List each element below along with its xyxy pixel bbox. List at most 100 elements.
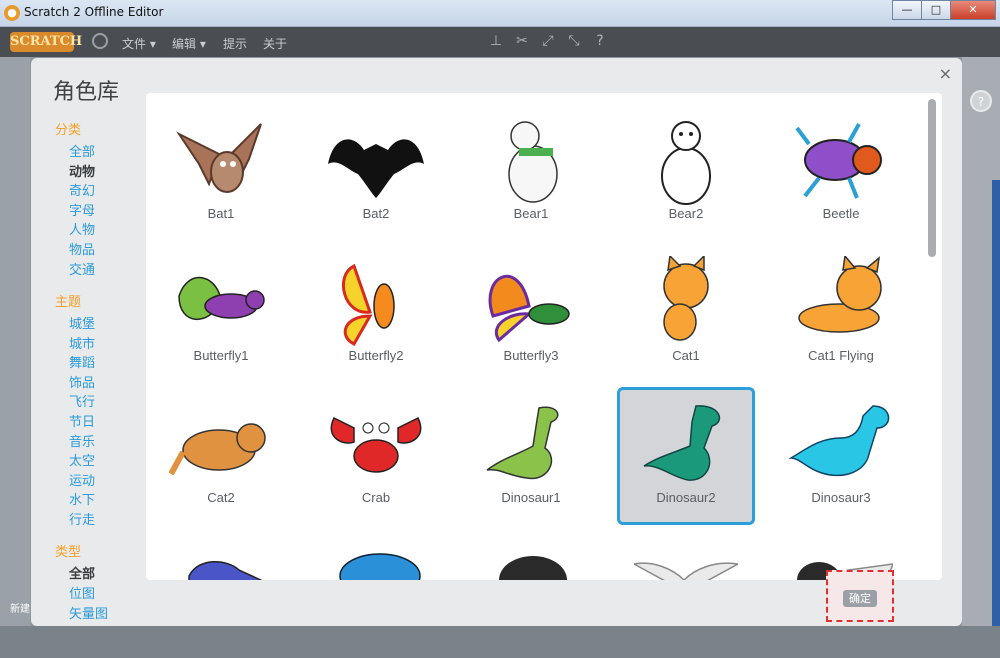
theme-city[interactable]: 城市 — [69, 333, 95, 352]
menu-tips[interactable]: 提示 — [223, 35, 247, 52]
sprite-name: Dinosaur2 — [656, 490, 716, 505]
type-all[interactable]: 全部 — [69, 563, 95, 582]
filter-things[interactable]: 物品 — [69, 239, 95, 258]
theme-dance[interactable]: 舞蹈 — [69, 352, 95, 371]
menu-about[interactable]: 关于 — [263, 35, 287, 52]
ok-button[interactable]: 确定 — [826, 570, 894, 622]
scratch-cat-icon: ● — [4, 5, 20, 21]
bear2-icon — [661, 121, 711, 205]
sprite-tile-bear2[interactable]: Bear2 — [617, 103, 755, 241]
type-header: 类型 — [55, 545, 82, 560]
close-icon[interactable]: × — [939, 64, 952, 83]
sprite-name: Cat1 — [672, 348, 700, 363]
sprite-tile-cat1-flying[interactable]: Cat1 Flying — [772, 245, 910, 383]
window-titlebar: ● Scratch 2 Offline Editor — □ ✕ — [0, 0, 1000, 27]
dialog-title: 角色库 — [53, 80, 120, 105]
filter-letters[interactable]: 字母 — [69, 200, 95, 219]
sprite-name: Butterfly3 — [503, 348, 559, 363]
theme-underwater[interactable]: 水下 — [69, 489, 95, 508]
sprite-partial-icon — [188, 561, 263, 580]
sprite-name: Beetle — [822, 206, 860, 221]
type-bitmap[interactable]: 位图 — [69, 583, 95, 602]
filter-all[interactable]: 全部 — [69, 141, 95, 160]
sprite-tile-beetle[interactable]: Beetle — [772, 103, 910, 241]
menubar: SCRATCH 文件 ▾ 编辑 ▾ 提示 关于 ⊥ ✂ ⤢ ⤡ ? — [0, 27, 1000, 57]
sprite-tile-bat1[interactable]: Bat1 — [152, 103, 290, 241]
filter-transport[interactable]: 交通 — [69, 259, 95, 278]
category-header: 分类 — [55, 123, 82, 138]
window-title: Scratch 2 Offline Editor — [24, 5, 164, 19]
butterfly1-icon — [178, 276, 265, 320]
duplicate-stamp-icon[interactable]: ⊥ — [488, 33, 504, 49]
type-vector[interactable]: 矢量图 — [69, 603, 108, 622]
theme-sports[interactable]: 运动 — [69, 470, 95, 489]
sprite-name: Bear2 — [668, 206, 704, 221]
sprite-tile-butterfly3[interactable]: Butterfly3 — [462, 245, 600, 383]
sprite-partial-icon — [499, 556, 567, 580]
sprite-tile-partial[interactable] — [462, 529, 600, 580]
theme-music[interactable]: 音乐 — [69, 431, 95, 450]
sprite-tile-partial[interactable] — [617, 529, 755, 580]
sprite-tile-bat2[interactable]: Bat2 — [307, 103, 445, 241]
cat1-flying-icon — [798, 256, 882, 333]
sprite-partial-icon — [339, 553, 421, 580]
sprite-tile-dinosaur3[interactable]: Dinosaur3 — [772, 387, 910, 525]
close-window-button[interactable]: ✕ — [950, 0, 996, 20]
sprite-tile-partial[interactable] — [307, 529, 445, 580]
theme-flying[interactable]: 飞行 — [69, 391, 95, 410]
shrink-icon[interactable]: ⤡ — [566, 33, 582, 49]
filter-people[interactable]: 人物 — [69, 219, 95, 238]
crab-icon — [330, 416, 422, 473]
cat1-icon — [663, 256, 709, 341]
scratch-logo[interactable]: SCRATCH — [10, 32, 82, 52]
globe-icon[interactable] — [92, 33, 108, 49]
new-sprite-label: 新建 — [10, 604, 30, 615]
stage-area — [0, 57, 30, 658]
butterfly2-icon — [342, 263, 395, 346]
menu-file[interactable]: 文件 ▾ — [122, 35, 156, 52]
bat1-icon — [176, 123, 262, 193]
maximize-button[interactable]: □ — [921, 0, 951, 20]
sprite-tile-cat2[interactable]: Cat2 — [152, 387, 290, 525]
minimize-button[interactable]: — — [892, 0, 922, 20]
sprite-name: Butterfly2 — [348, 348, 404, 363]
sprite-name: Butterfly1 — [193, 348, 249, 363]
cut-icon[interactable]: ✂ — [514, 33, 530, 49]
theme-castle[interactable]: 城堡 — [69, 313, 95, 332]
menu-edit[interactable]: 编辑 ▾ — [172, 35, 206, 52]
theme-space[interactable]: 太空 — [69, 450, 95, 469]
sprite-tile-crab[interactable]: Crab — [307, 387, 445, 525]
sprite-name: Bat1 — [207, 206, 235, 221]
theme-holiday[interactable]: 节日 — [69, 411, 95, 430]
sprite-name: Crab — [361, 490, 391, 505]
help-icon[interactable]: ? — [592, 33, 608, 49]
sprite-name: Cat1 Flying — [808, 348, 874, 363]
bear1-icon — [508, 121, 558, 203]
theme-dress-up[interactable]: 饰品 — [69, 372, 95, 391]
grid-scrollbar[interactable] — [928, 99, 936, 257]
theme-walking[interactable]: 行走 — [69, 509, 95, 528]
sprite-partial-icon — [634, 562, 738, 580]
filter-fantasy[interactable]: 奇幻 — [69, 180, 95, 199]
sprite-tile-butterfly2[interactable]: Butterfly2 — [307, 245, 445, 383]
filter-animals[interactable]: 动物 — [69, 161, 95, 180]
sprite-tile-bear1[interactable]: Bear1 — [462, 103, 600, 241]
dinosaur1-icon — [486, 406, 559, 480]
sprite-name: Bat2 — [362, 206, 390, 221]
sprite-name: Dinosaur3 — [811, 490, 871, 505]
bottom-panel — [0, 626, 1000, 658]
grow-icon[interactable]: ⤢ — [540, 33, 556, 49]
beetle-icon — [795, 123, 882, 199]
theme-header: 主题 — [55, 295, 82, 310]
bat2-icon — [328, 139, 424, 198]
scrollbar-edge — [992, 180, 1000, 658]
sprite-tile-cat1[interactable]: Cat1 — [617, 245, 755, 383]
sprite-tile-dinosaur2[interactable]: Dinosaur2 — [617, 387, 755, 525]
help-circle-icon[interactable]: ? — [970, 90, 992, 112]
cat2-icon — [169, 423, 266, 476]
sprite-tile-butterfly1[interactable]: Butterfly1 — [152, 245, 290, 383]
dinosaur3-icon — [789, 405, 890, 477]
sprite-tile-dinosaur1[interactable]: Dinosaur1 — [462, 387, 600, 525]
butterfly3-icon — [488, 274, 570, 343]
sprite-tile-partial[interactable] — [152, 529, 290, 580]
